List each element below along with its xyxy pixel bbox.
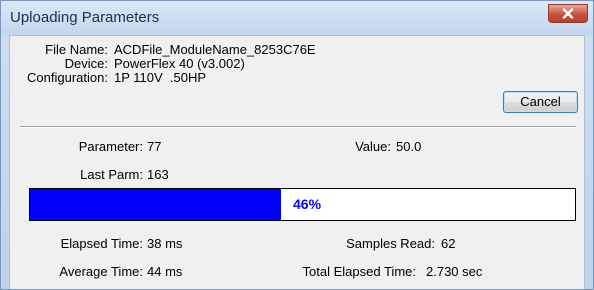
file-name-value: ACDFile_ModuleName_8253C76E bbox=[114, 42, 316, 57]
close-x-icon bbox=[562, 8, 574, 19]
average-time-value: 44 ms bbox=[147, 264, 183, 279]
configuration-value: 1P 110V .50HP bbox=[114, 70, 207, 85]
close-button[interactable] bbox=[548, 4, 588, 23]
dialog-body: File Name: ACDFile_ModuleName_8253C76E D… bbox=[9, 35, 585, 289]
parameter-label: Parameter: bbox=[78, 139, 143, 154]
window-title: Uploading Parameters bbox=[10, 9, 160, 26]
uploading-parameters-dialog: Uploading Parameters File Name: ACDFile_… bbox=[0, 0, 594, 290]
device-value: PowerFlex 40 (v3.002) bbox=[114, 56, 245, 71]
last-parm-value: 163 bbox=[147, 167, 169, 182]
separator bbox=[20, 126, 576, 128]
progress-percent-text: 46% bbox=[293, 196, 322, 212]
value-value: 50.0 bbox=[396, 139, 422, 154]
device-label: Device: bbox=[64, 56, 108, 71]
parameter-value: 77 bbox=[147, 139, 162, 154]
configuration-label: Configuration: bbox=[27, 70, 108, 85]
total-elapsed-time-label: Total Elapsed Time: bbox=[302, 264, 416, 279]
cancel-button[interactable]: Cancel bbox=[503, 91, 578, 113]
average-time-label: Average Time: bbox=[59, 264, 143, 279]
progress-percent-text-overlay: 46% bbox=[30, 189, 281, 220]
last-parm-label: Last Parm: bbox=[80, 167, 143, 182]
upload-progress-bar: 46% 46% bbox=[29, 188, 576, 221]
samples-read-value: 62 bbox=[441, 236, 456, 251]
value-label: Value: bbox=[355, 139, 391, 154]
elapsed-time-label: Elapsed Time: bbox=[60, 236, 143, 251]
total-elapsed-time-value: 2.730 sec bbox=[426, 264, 483, 279]
elapsed-time-value: 38 ms bbox=[147, 236, 183, 251]
samples-read-label: Samples Read: bbox=[346, 236, 435, 251]
file-name-label: File Name: bbox=[45, 42, 108, 57]
title-bar[interactable]: Uploading Parameters bbox=[1, 1, 593, 35]
